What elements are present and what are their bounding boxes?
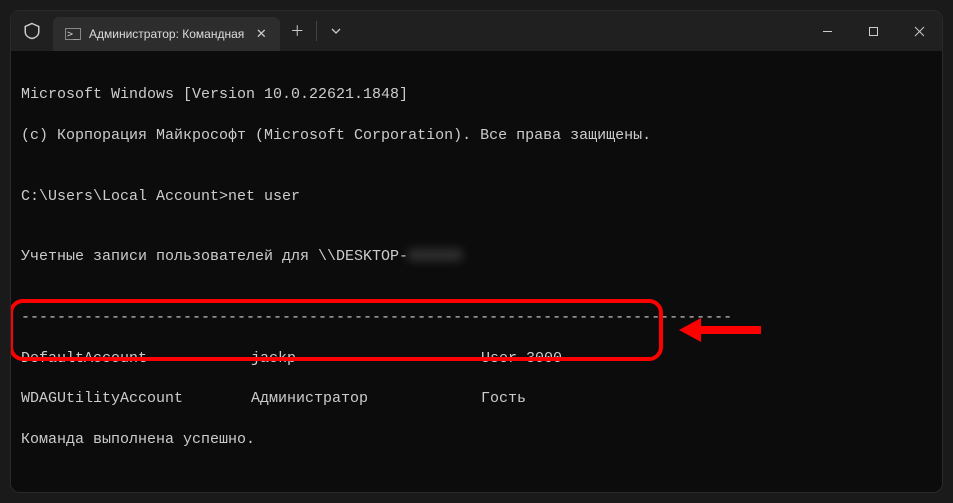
tab-title: Администратор: Командная xyxy=(89,27,244,41)
output-line: ----------------------------------------… xyxy=(21,308,932,328)
minimize-button[interactable] xyxy=(804,11,850,51)
prompt: C:\Users\Local Account> xyxy=(21,188,228,205)
tab-menu-button[interactable] xyxy=(319,11,353,51)
terminal-window: >_ Администратор: Командная ✕ ＋ Microsof… xyxy=(10,10,943,493)
tab-strip: >_ Администратор: Командная ✕ ＋ xyxy=(11,11,804,51)
window-controls xyxy=(804,11,942,51)
output-line: Команда выполнена успешно. xyxy=(21,430,932,450)
new-tab-button[interactable]: ＋ xyxy=(280,11,314,51)
prompt-line: C:\Users\Local Account>net user xyxy=(21,187,932,207)
output-line: (c) Корпорация Майкрософт (Microsoft Cor… xyxy=(21,126,932,146)
redacted-hostname: XXXXXX xyxy=(408,248,462,265)
close-button[interactable] xyxy=(896,11,942,51)
tab-close-button[interactable]: ✕ xyxy=(252,25,270,43)
table-row: DefaultAccountjackpUser-3000 xyxy=(21,349,932,369)
table-row: WDAGUtilityAccountАдминистраторГость xyxy=(21,389,932,409)
output-line: Microsoft Windows [Version 10.0.22621.18… xyxy=(21,85,932,105)
app-icon[interactable] xyxy=(11,11,53,51)
maximize-button[interactable] xyxy=(850,11,896,51)
cmd-icon: >_ xyxy=(65,28,81,40)
titlebar: >_ Администратор: Командная ✕ ＋ xyxy=(11,11,942,51)
divider xyxy=(316,21,317,41)
tab-active[interactable]: >_ Администратор: Командная ✕ xyxy=(53,17,280,51)
output-line: Учетные записи пользователей для \\DESKT… xyxy=(21,247,932,267)
command: net user xyxy=(228,188,300,205)
terminal-output[interactable]: Microsoft Windows [Version 10.0.22621.18… xyxy=(11,51,942,492)
